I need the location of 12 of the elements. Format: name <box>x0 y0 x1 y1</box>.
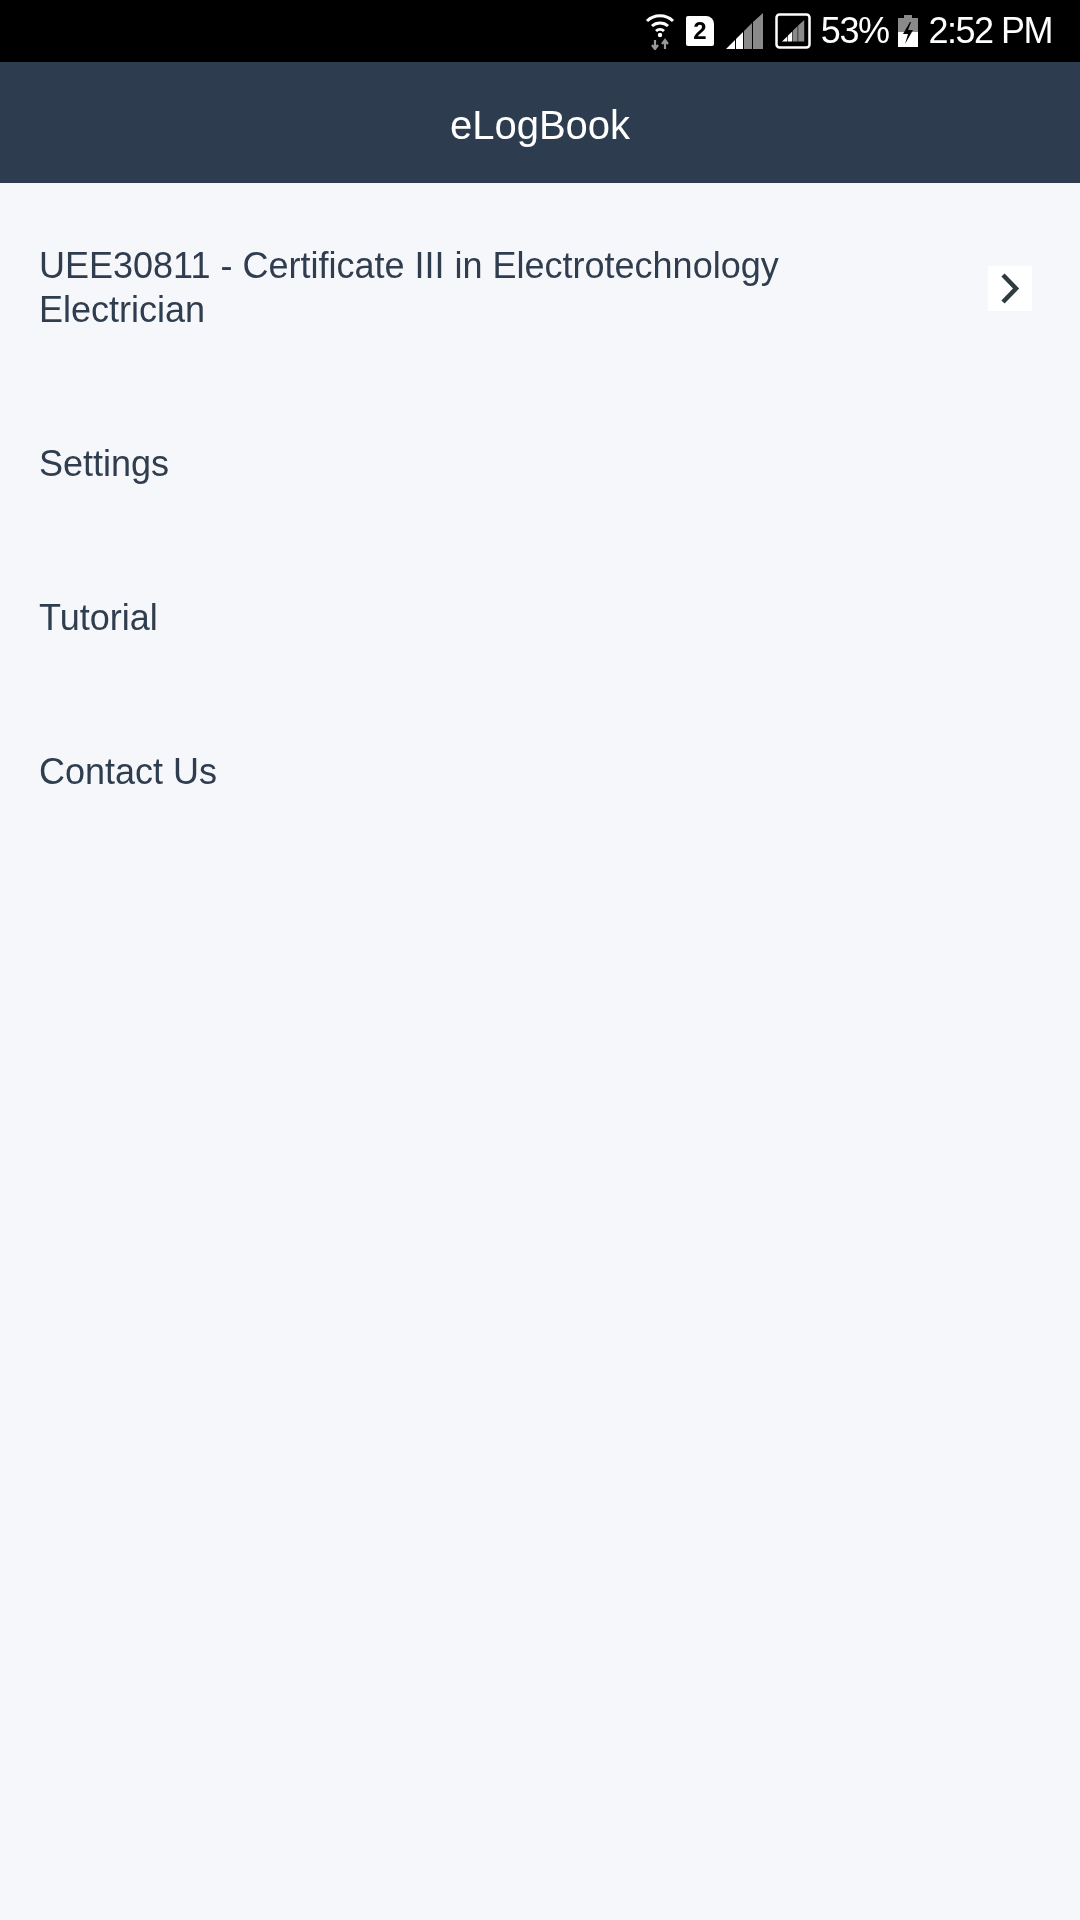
status-time: 2:52 PM <box>928 9 1052 53</box>
battery-percent: 53% <box>820 9 889 53</box>
menu-item[interactable]: UEE30811 - Certificate III in Electrotechnology Electrician <box>39 244 899 332</box>
menu-item[interactable]: Settings <box>39 442 170 486</box>
menu-item[interactable]: Contact Us <box>39 750 218 794</box>
chevron-right-icon[interactable] <box>988 265 1032 311</box>
menu-item[interactable]: Tutorial <box>39 596 158 640</box>
signal-icon <box>774 13 811 49</box>
signal-icon <box>725 13 763 49</box>
sim-indicator: 2 <box>685 16 714 46</box>
wifi-icon <box>643 12 676 50</box>
app-title: eLogBook <box>449 101 631 149</box>
